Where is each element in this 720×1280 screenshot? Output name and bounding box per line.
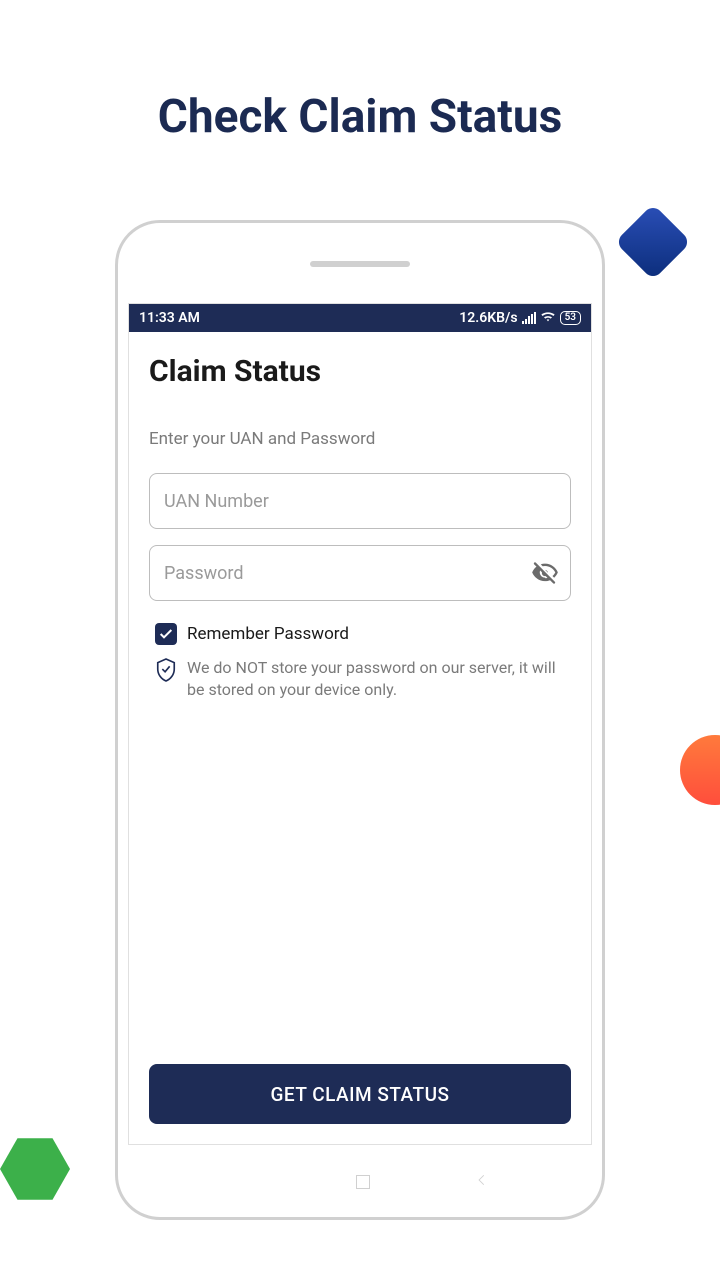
remember-checkbox[interactable] <box>155 623 177 645</box>
nav-bar <box>118 1172 602 1191</box>
battery-icon: 53 <box>560 311 581 325</box>
visibility-off-icon[interactable] <box>531 559 559 587</box>
password-wrapper <box>149 545 571 617</box>
get-claim-status-button[interactable]: GET CLAIM STATUS <box>149 1064 571 1124</box>
phone-screen: 11:33 AM 12.6KB/s 53 Claim Status Enter … <box>128 303 592 1145</box>
info-text: We do NOT store your password on our ser… <box>187 657 571 700</box>
uan-input[interactable] <box>149 473 571 529</box>
status-data-rate: 12.6KB/s <box>459 310 517 326</box>
nav-back-icon[interactable] <box>475 1172 489 1191</box>
app-title: Claim Status <box>149 354 571 389</box>
info-row: We do NOT store your password on our ser… <box>149 657 571 700</box>
wifi-icon <box>540 310 556 326</box>
app-content: Claim Status Enter your UAN and Password… <box>129 332 591 1144</box>
decorative-hexagon <box>0 1138 70 1200</box>
status-bar: 11:33 AM 12.6KB/s 53 <box>129 304 591 332</box>
phone-frame: 11:33 AM 12.6KB/s 53 Claim Status Enter … <box>115 220 605 1220</box>
status-right: 12.6KB/s 53 <box>459 310 581 326</box>
password-input[interactable] <box>149 545 571 601</box>
phone-speaker <box>310 261 410 267</box>
decorative-circle <box>680 735 720 805</box>
decorative-diamond <box>615 204 691 280</box>
nav-recent-icon[interactable] <box>231 1181 251 1183</box>
prompt-text: Enter your UAN and Password <box>149 429 571 449</box>
status-time: 11:33 AM <box>139 310 200 326</box>
remember-label: Remember Password <box>187 624 349 644</box>
nav-home-icon[interactable] <box>356 1175 370 1189</box>
shield-check-icon <box>155 657 177 683</box>
signal-icon <box>522 312 536 324</box>
page-title: Check Claim Status <box>0 0 720 144</box>
remember-row: Remember Password <box>149 623 571 645</box>
